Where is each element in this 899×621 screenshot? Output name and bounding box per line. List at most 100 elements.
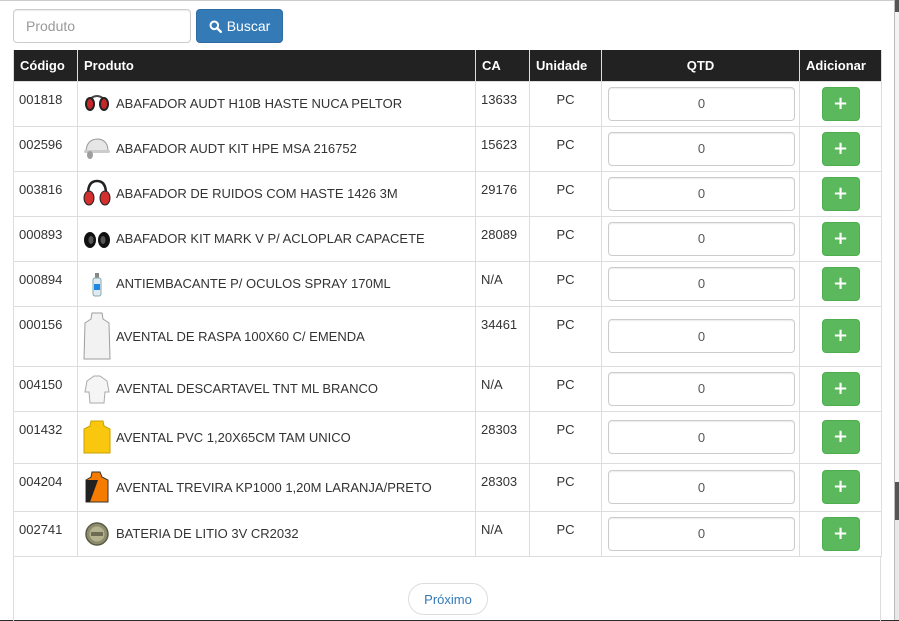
product-cell: BATERIA DE LITIO 3V CR2032 (77, 510, 476, 557)
apron-orange-black-icon (82, 470, 112, 504)
product-ca: N/A (475, 365, 530, 412)
product-name: AVENTAL TREVIRA KP1000 1,20M LARANJA/PRE… (116, 479, 432, 495)
qty-input[interactable] (608, 516, 795, 551)
product-unit: PC (529, 260, 602, 307)
column-header-ca: CA (475, 50, 530, 82)
earmuff-cups-icon (82, 224, 112, 254)
qty-input[interactable] (608, 131, 795, 166)
product-unit: PC (529, 305, 602, 367)
column-header-unit: Unidade (529, 50, 602, 82)
qty-input[interactable] (608, 470, 795, 504)
product-cell: ABAFADOR KIT MARK V P/ ACLOPLAR CAPACETE (77, 215, 476, 262)
add-cell: + (799, 462, 882, 512)
product-cell: ANTIEMBACANTE P/ OCULOS SPRAY 170ML (77, 260, 476, 307)
earmuff-icon (82, 89, 112, 119)
product-name: ANTIEMBACANTE P/ OCULOS SPRAY 170ML (116, 276, 391, 291)
product-name: AVENTAL DESCARTAVEL TNT ML BRANCO (116, 381, 378, 396)
product-ca: 28303 (475, 462, 530, 512)
add-button[interactable]: + (821, 470, 860, 504)
table-row: 001432 AVENTAL PVC 1,20X65CM TAM UNICO 2… (13, 410, 882, 464)
product-name: ABAFADOR KIT MARK V P/ ACLOPLAR CAPACETE (116, 231, 425, 246)
add-button[interactable]: + (821, 131, 860, 166)
product-name: ABAFADOR AUDT H10B HASTE NUCA PELTOR (116, 96, 403, 111)
add-button[interactable]: + (821, 221, 860, 256)
qty-input[interactable] (608, 176, 795, 211)
add-button[interactable]: + (821, 86, 860, 121)
add-button[interactable]: + (821, 371, 860, 406)
product-unit: PC (529, 170, 602, 217)
add-cell: + (799, 510, 882, 557)
product-unit: PC (529, 80, 602, 127)
products-table: Código Produto CA Unidade QTD Adicionar … (13, 50, 882, 557)
add-cell: + (799, 410, 882, 464)
product-name: BATERIA DE LITIO 3V CR2032 (116, 526, 299, 541)
product-code: 000894 (13, 260, 78, 307)
product-cell: ABAFADOR AUDT KIT HPE MSA 216752 (77, 125, 476, 172)
qty-cell (601, 510, 800, 557)
background-strip (895, 0, 899, 620)
add-cell: + (799, 305, 882, 367)
add-cell: + (799, 365, 882, 412)
table-row: 001818 ABAFADOR AUDT H10B HASTE NUCA PEL… (13, 80, 882, 127)
product-ca: 28089 (475, 215, 530, 262)
column-header-product: Produto (77, 50, 476, 82)
qty-input[interactable] (608, 371, 795, 406)
add-cell: + (799, 125, 882, 172)
product-unit: PC (529, 215, 602, 262)
add-button[interactable]: + (821, 176, 860, 211)
qty-input[interactable] (608, 86, 795, 121)
qty-cell (601, 170, 800, 217)
table-row: 000893 ABAFADOR KIT MARK V P/ ACLOPLAR C… (13, 215, 882, 262)
add-cell: + (799, 260, 882, 307)
qty-input[interactable] (608, 221, 795, 256)
column-header-qty: QTD (601, 50, 800, 82)
product-unit: PC (529, 125, 602, 172)
product-name: AVENTAL DE RASPA 100X60 C/ EMENDA (116, 328, 365, 344)
table-row: 003816 ABAFADOR DE RUIDOS COM HASTE 1426… (13, 170, 882, 217)
search-button[interactable]: Buscar (196, 9, 283, 43)
table-row: 000894 ANTIEMBACANTE P/ OCULOS SPRAY 170… (13, 260, 882, 307)
product-code: 000156 (13, 305, 78, 367)
qty-cell (601, 462, 800, 512)
helmet-earmuff-icon (82, 134, 112, 164)
background-panel (895, 520, 899, 620)
product-search-input[interactable] (13, 9, 191, 43)
product-name: ABAFADOR AUDT KIT HPE MSA 216752 (116, 141, 357, 156)
next-page-button[interactable]: Próximo (408, 583, 488, 615)
qty-cell (601, 260, 800, 307)
table-row: 000156 AVENTAL DE RASPA 100X60 C/ EMENDA… (13, 305, 882, 367)
product-code: 004150 (13, 365, 78, 412)
add-button[interactable]: + (821, 420, 860, 454)
search-button-label: Buscar (226, 18, 271, 34)
background-panel (895, 12, 899, 482)
product-search-modal: Buscar Código Produto CA Unidade QTD Adi… (0, 0, 895, 621)
qty-cell (601, 125, 800, 172)
qty-cell (601, 80, 800, 127)
qty-cell (601, 305, 800, 367)
product-cell: AVENTAL PVC 1,20X65CM TAM UNICO (77, 410, 476, 464)
qty-input[interactable] (608, 266, 795, 301)
earmuff-headband-icon (82, 179, 112, 209)
qty-cell (601, 365, 800, 412)
gown-icon (82, 374, 112, 404)
product-unit: PC (529, 410, 602, 464)
spray-bottle-icon (82, 269, 112, 299)
qty-input[interactable] (608, 420, 795, 454)
product-code: 001432 (13, 410, 78, 464)
qty-input[interactable] (608, 319, 795, 353)
column-header-add: Adicionar (799, 50, 882, 82)
add-button[interactable]: + (821, 266, 860, 301)
add-button[interactable]: + (821, 516, 860, 551)
product-cell: ABAFADOR AUDT H10B HASTE NUCA PELTOR (77, 80, 476, 127)
coin-battery-icon (82, 519, 112, 549)
add-button[interactable]: + (821, 319, 860, 353)
product-cell: AVENTAL TREVIRA KP1000 1,20M LARANJA/PRE… (77, 462, 476, 512)
product-ca: 28303 (475, 410, 530, 464)
table-row: 002596 ABAFADOR AUDT KIT HPE MSA 216752 … (13, 125, 882, 172)
product-unit: PC (529, 510, 602, 557)
add-cell: + (799, 170, 882, 217)
column-header-code: Código (13, 50, 78, 82)
add-cell: + (799, 215, 882, 262)
add-cell: + (799, 80, 882, 127)
table-row: 002741 BATERIA DE LITIO 3V CR2032 N/A PC… (13, 510, 882, 557)
